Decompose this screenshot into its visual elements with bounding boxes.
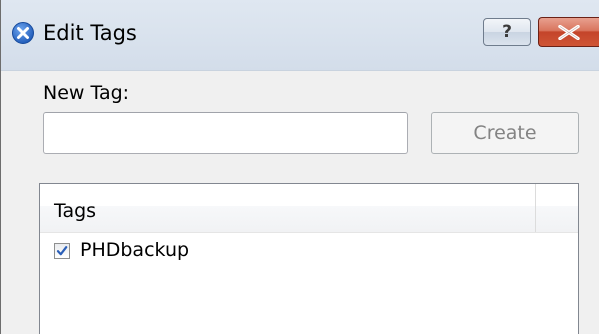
list-item[interactable]: PHDbackup <box>40 239 578 269</box>
tags-header-band <box>40 206 578 232</box>
new-tag-input[interactable] <box>43 112 408 154</box>
close-button[interactable] <box>538 17 599 47</box>
new-tag-label: New Tag: <box>43 82 130 104</box>
help-button-label: ? <box>502 22 512 42</box>
title-bar[interactable]: Edit Tags ? <box>1 0 599 71</box>
help-button[interactable]: ? <box>483 18 531 46</box>
tags-list[interactable]: Tags PHDbackup <box>39 183 579 334</box>
create-button-label: Create <box>473 122 537 144</box>
create-button[interactable]: Create <box>431 112 579 154</box>
app-logo-icon <box>12 22 34 44</box>
tags-header-label: Tags <box>54 200 97 222</box>
checkmark-icon <box>56 246 68 256</box>
window-title: Edit Tags <box>43 21 137 45</box>
column-divider[interactable] <box>535 184 536 232</box>
tag-label: PHDbackup <box>80 239 190 261</box>
tag-checkbox[interactable] <box>54 243 70 259</box>
close-icon <box>558 25 580 40</box>
edit-tags-dialog: Edit Tags ? New Tag: Create Tags PHDback… <box>0 0 599 334</box>
tags-column-header[interactable]: Tags <box>40 184 578 233</box>
